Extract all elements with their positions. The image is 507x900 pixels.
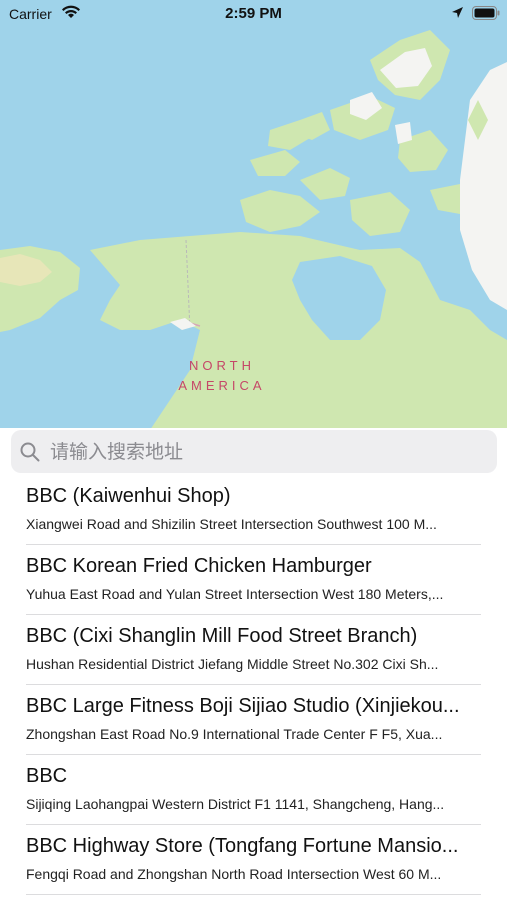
result-subtitle: Yuhua East Road and Yulan Street Interse… — [26, 586, 444, 602]
list-item[interactable]: BBC Highway Store (Tongfang Fortune Mans… — [26, 825, 481, 895]
list-item[interactable]: BBC Large Fitness Boji Sijiao Studio (Xi… — [26, 685, 481, 755]
search-icon — [20, 442, 40, 467]
result-title: BBC (Kaiwenhui Shop) — [26, 485, 231, 507]
result-title: BBC (Cixi Shanglin Mill Food Street Bran… — [26, 625, 418, 647]
search-input[interactable] — [48, 436, 482, 468]
result-title: BBC Korean Fried Chicken Hamburger — [26, 555, 372, 577]
list-item[interactable]: BBC (Kaiwenhui Shop) Xiangwei Road and S… — [26, 475, 481, 545]
result-subtitle: Xiangwei Road and Shizilin Street Inters… — [26, 516, 437, 532]
map-label-america: AMERICA — [178, 378, 266, 393]
result-list: BBC (Kaiwenhui Shop) Xiangwei Road and S… — [0, 475, 507, 895]
result-title: BBC — [26, 765, 68, 787]
list-item[interactable]: BBC Korean Fried Chicken Hamburger Yuhua… — [26, 545, 481, 615]
map-view[interactable]: NORTH AMERICA — [0, 0, 507, 430]
search-bar[interactable] — [11, 430, 497, 473]
result-subtitle: Zhongshan East Road No.9 International T… — [26, 726, 443, 742]
battery-icon — [472, 6, 500, 25]
map-label-north: NORTH — [189, 358, 255, 373]
result-title: BBC Large Fitness Boji Sijiao Studio (Xi… — [26, 695, 460, 717]
result-subtitle: Hushan Residential District Jiefang Midd… — [26, 656, 439, 672]
result-subtitle: Fengqi Road and Zhongshan North Road Int… — [26, 866, 442, 882]
list-item[interactable]: BBC Sijiqing Laohangpai Western District… — [26, 755, 481, 825]
result-subtitle: Sijiqing Laohangpai Western District F1 … — [26, 796, 445, 812]
location-arrow-icon — [451, 6, 464, 25]
list-item[interactable]: BBC (Cixi Shanglin Mill Food Street Bran… — [26, 615, 481, 685]
result-title: BBC Highway Store (Tongfang Fortune Mans… — [26, 835, 459, 857]
status-bar: Carrier 2:59 PM — [0, 0, 507, 28]
search-sheet: BBC (Kaiwenhui Shop) Xiangwei Road and S… — [0, 428, 507, 900]
status-time: 2:59 PM — [225, 5, 282, 22]
